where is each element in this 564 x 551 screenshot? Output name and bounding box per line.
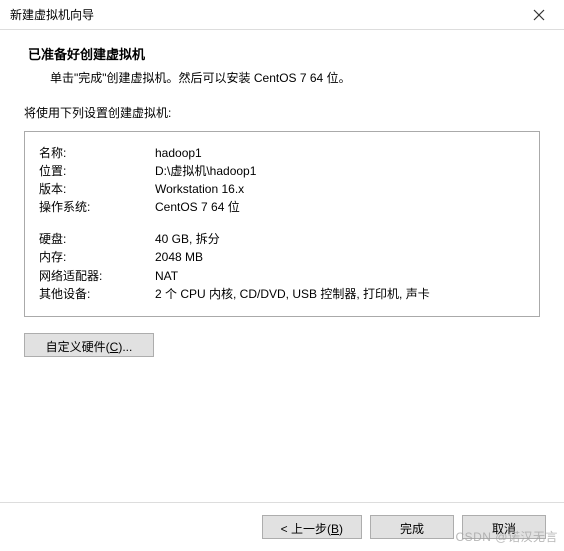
- finish-button[interactable]: 完成: [370, 515, 454, 539]
- summary-key: 其他设备:: [39, 288, 155, 301]
- summary-row: 网络适配器: NAT: [39, 267, 525, 285]
- summary-row: 其他设备: 2 个 CPU 内核, CD/DVD, USB 控制器, 打印机, …: [39, 285, 525, 303]
- summary-row: 操作系统: CentOS 7 64 位: [39, 199, 525, 217]
- summary-key: 网络适配器:: [39, 270, 155, 283]
- btn-text: ): [339, 522, 343, 536]
- settings-label: 将使用下列设置创建虚拟机:: [24, 104, 540, 121]
- window-title: 新建虚拟机向导: [10, 6, 94, 23]
- summary-val: 2048 MB: [155, 251, 525, 264]
- btn-text: 自定义硬件(: [46, 340, 110, 354]
- summary-val: hadoop1: [155, 147, 525, 160]
- summary-row: 内存: 2048 MB: [39, 249, 525, 267]
- summary-val: D:\虚拟机\hadoop1: [155, 165, 525, 178]
- back-button[interactable]: < 上一步(B): [262, 515, 362, 539]
- summary-row: 版本: Workstation 16.x: [39, 180, 525, 198]
- close-icon[interactable]: [524, 9, 554, 21]
- btn-accel: B: [331, 522, 339, 536]
- btn-text: )...: [118, 340, 132, 354]
- summary-row: 硬盘: 40 GB, 拆分: [39, 231, 525, 249]
- summary-val: Workstation 16.x: [155, 183, 525, 196]
- summary-row: 名称: hadoop1: [39, 144, 525, 162]
- summary-val: CentOS 7 64 位: [155, 201, 525, 214]
- summary-val: 40 GB, 拆分: [155, 233, 525, 246]
- summary-key: 内存:: [39, 251, 155, 264]
- summary-val: NAT: [155, 270, 525, 283]
- summary-val: 2 个 CPU 内核, CD/DVD, USB 控制器, 打印机, 声卡: [155, 288, 525, 301]
- customize-hardware-button[interactable]: 自定义硬件(C)...: [24, 333, 154, 357]
- btn-text: < 上一步(: [281, 522, 331, 536]
- summary-key: 版本:: [39, 183, 155, 196]
- cancel-button[interactable]: 取消: [462, 515, 546, 539]
- summary-key: 名称:: [39, 147, 155, 160]
- summary-key: 硬盘:: [39, 233, 155, 246]
- summary-box: 名称: hadoop1 位置: D:\虚拟机\hadoop1 版本: Works…: [24, 131, 540, 317]
- summary-key: 操作系统:: [39, 201, 155, 214]
- summary-key: 位置:: [39, 165, 155, 178]
- wizard-heading: 已准备好创建虚拟机: [28, 44, 564, 63]
- wizard-subheading: 单击"完成"创建虚拟机。然后可以安装 CentOS 7 64 位。: [28, 69, 564, 86]
- summary-row: 位置: D:\虚拟机\hadoop1: [39, 162, 525, 180]
